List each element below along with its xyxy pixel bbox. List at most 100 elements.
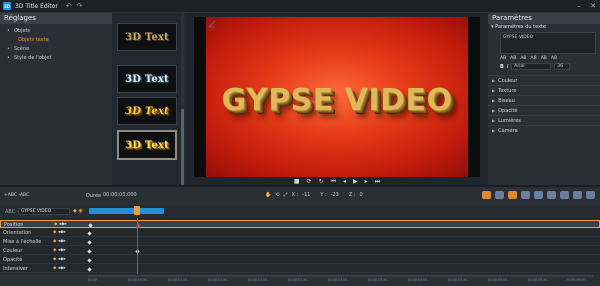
keyframe-marker[interactable] bbox=[87, 230, 92, 236]
keyframe-nav[interactable]: ◆ ◂◆▸ bbox=[53, 238, 66, 246]
keyframe-toggle-icon[interactable]: ◆ ◉ bbox=[73, 208, 83, 214]
keyframe-marker[interactable] bbox=[87, 257, 92, 263]
tree-item-objets-texte[interactable]: Objets texte bbox=[0, 36, 112, 45]
transform-tools: ✋ ⟲ ⤢ X : -11 Y : -23 Z : 0 bbox=[265, 192, 369, 198]
chevron-right-icon: ▶ bbox=[492, 88, 496, 93]
close-icon[interactable]: ✕ bbox=[586, 2, 600, 10]
thumbnail-label: 3D Text bbox=[125, 105, 169, 117]
hand-icon[interactable]: ✋ bbox=[265, 192, 271, 198]
keyframe-marker[interactable] bbox=[87, 248, 92, 254]
track-row[interactable]: Intensiver ◆ ◂◆▸ bbox=[0, 265, 600, 273]
chevron-right-icon: ▶ bbox=[492, 78, 496, 83]
timeline-ruler[interactable]: 00:00 00:00:00:50 00:00:01:00 00:00:01:5… bbox=[0, 274, 600, 286]
track-row[interactable]: Position ◆ ◂◆▸ bbox=[0, 220, 600, 228]
thumbnail-style-1[interactable]: 3D Text bbox=[117, 23, 177, 51]
keyframe-nav[interactable]: ◆ ◂◆▸ bbox=[53, 256, 66, 264]
timeline-header: ABC GYPSE VIDEO ◆ ◉ bbox=[0, 205, 600, 218]
align-option-5-button[interactable]: AB bbox=[541, 56, 547, 61]
y-field[interactable]: -23 bbox=[331, 192, 339, 198]
section-lumieres[interactable]: ▶ Lumières bbox=[488, 115, 600, 125]
align-option-1-button[interactable]: AB bbox=[500, 56, 506, 61]
window-controls: – ✕ bbox=[572, 0, 600, 12]
align-option-2-button[interactable]: AB bbox=[510, 56, 516, 61]
section-opacite[interactable]: ▶ Opacité bbox=[488, 105, 600, 115]
keyframe-nav[interactable]: ◆ ◂◆▸ bbox=[53, 265, 66, 273]
thumbnails-scrollbar[interactable] bbox=[181, 13, 184, 185]
track-row[interactable]: Couleur ◆ ◂◆▸ bbox=[0, 247, 600, 255]
tree-item-style-objet[interactable]: • Style de l'objet bbox=[0, 54, 112, 63]
x-field[interactable]: -11 bbox=[302, 192, 310, 198]
tree-item-objets[interactable]: • Objets bbox=[0, 27, 112, 36]
settings-header: Réglages bbox=[0, 13, 112, 24]
app-title: 3D Title Editor bbox=[15, 2, 58, 10]
section-couleur[interactable]: ▶ Couleur bbox=[488, 75, 600, 85]
timeline-tracks: Position ◆ ◂◆▸ Orientation ◆ ◂◆▸ Mise à … bbox=[0, 218, 600, 274]
preset-3-icon[interactable] bbox=[508, 191, 517, 199]
italic-button[interactable]: I bbox=[507, 64, 508, 70]
track-row[interactable]: Mise à l'échelle ◆ ◂◆▸ bbox=[0, 238, 600, 246]
preset-9-icon[interactable] bbox=[586, 191, 595, 199]
parameters-title: Paramètres bbox=[488, 13, 600, 24]
ruler-label: 00:00:05:00 bbox=[488, 278, 508, 282]
bullet-icon: • bbox=[7, 46, 10, 52]
title-3d-text[interactable]: GYPSE VIDEO bbox=[194, 83, 480, 118]
preset-4-icon[interactable] bbox=[521, 191, 530, 199]
track-row[interactable]: Opacité ◆ ◂◆▸ bbox=[0, 256, 600, 264]
text-params-section[interactable]: ▾ Paramètres du texte bbox=[488, 24, 600, 31]
align-option-4-button[interactable]: AB bbox=[531, 56, 537, 61]
preset-5-icon[interactable] bbox=[534, 191, 543, 199]
keyframe-nav[interactable]: ◆ ◂◆▸ bbox=[54, 221, 67, 229]
align-option-6-button[interactable]: AB bbox=[551, 56, 557, 61]
object-clip[interactable] bbox=[89, 208, 164, 214]
font-size-select[interactable]: 36 bbox=[554, 63, 571, 70]
bold-button[interactable]: B bbox=[500, 64, 504, 70]
preset-6-icon[interactable] bbox=[547, 191, 556, 199]
bullet-icon: • bbox=[7, 55, 10, 61]
ruler-label: 00:00:02:50 bbox=[288, 278, 308, 282]
section-camera[interactable]: ▶ Caméra bbox=[488, 125, 600, 135]
section-label: Texture bbox=[498, 88, 517, 94]
redo-icon[interactable]: ↷ bbox=[77, 2, 83, 10]
duration-field[interactable]: 00:00:03:000 bbox=[103, 192, 145, 199]
tree-item-scene[interactable]: • Scène bbox=[0, 45, 112, 54]
parameters-panel: Paramètres ▾ Paramètres du texte GYPSE V… bbox=[488, 13, 600, 185]
remove-text-button[interactable]: -ABC bbox=[18, 193, 29, 198]
thumbnail-label: 3D Text bbox=[125, 139, 169, 151]
bullet-icon: • bbox=[7, 28, 10, 34]
undo-icon[interactable]: ↶ bbox=[66, 2, 72, 10]
timeline-scrollbar[interactable] bbox=[88, 275, 593, 277]
add-text-button[interactable]: +ABC bbox=[4, 193, 17, 198]
thumbnail-style-3[interactable]: 3D Text bbox=[117, 97, 177, 125]
z-field[interactable]: 0 bbox=[360, 192, 363, 198]
track-row[interactable]: Orientation ◆ ◂◆▸ bbox=[0, 229, 600, 237]
preview-canvas[interactable]: GYPSE VIDEO bbox=[194, 17, 480, 177]
preset-1-icon[interactable] bbox=[482, 191, 491, 199]
preset-8-icon[interactable] bbox=[573, 191, 582, 199]
keyframe-marker[interactable] bbox=[88, 222, 93, 228]
thumbnail-style-4[interactable]: 3D Text bbox=[117, 130, 177, 160]
keyframe-nav[interactable]: ◆ ◂◆▸ bbox=[53, 247, 66, 255]
section-biseau[interactable]: ▶ Biseau bbox=[488, 95, 600, 105]
scale-icon[interactable]: ⤢ bbox=[283, 192, 287, 198]
thumbnail-style-2[interactable]: 3D Text bbox=[117, 65, 177, 93]
font-row: B I Arial 36 bbox=[488, 62, 600, 71]
keyframe-marker[interactable] bbox=[87, 239, 92, 245]
playhead-line[interactable] bbox=[137, 218, 138, 274]
preset-7-icon[interactable] bbox=[560, 191, 569, 199]
keyframe-marker[interactable] bbox=[87, 266, 92, 272]
scrollbar-thumb[interactable] bbox=[181, 109, 184, 185]
section-texture[interactable]: ▶ Texture bbox=[488, 85, 600, 95]
rotate-icon[interactable]: ⟲ bbox=[275, 192, 279, 198]
font-select[interactable]: Arial bbox=[511, 63, 552, 70]
z-label: Z : bbox=[348, 192, 356, 198]
section-label: Caméra bbox=[498, 128, 518, 134]
object-select[interactable]: GYPSE VIDEO bbox=[18, 208, 70, 215]
keyframe-nav[interactable]: ◆ ◂◆▸ bbox=[53, 229, 66, 237]
ruler-label: 00:00:03:50 bbox=[368, 278, 388, 282]
playhead-handle[interactable] bbox=[134, 206, 140, 215]
text-input[interactable]: GYPSE VIDEO bbox=[500, 32, 596, 54]
preset-2-icon[interactable] bbox=[495, 191, 504, 199]
minimize-icon[interactable]: – bbox=[572, 2, 586, 10]
align-option-3-button[interactable]: AB bbox=[520, 56, 526, 61]
ruler-label: 00:00:00:50 bbox=[128, 278, 148, 282]
